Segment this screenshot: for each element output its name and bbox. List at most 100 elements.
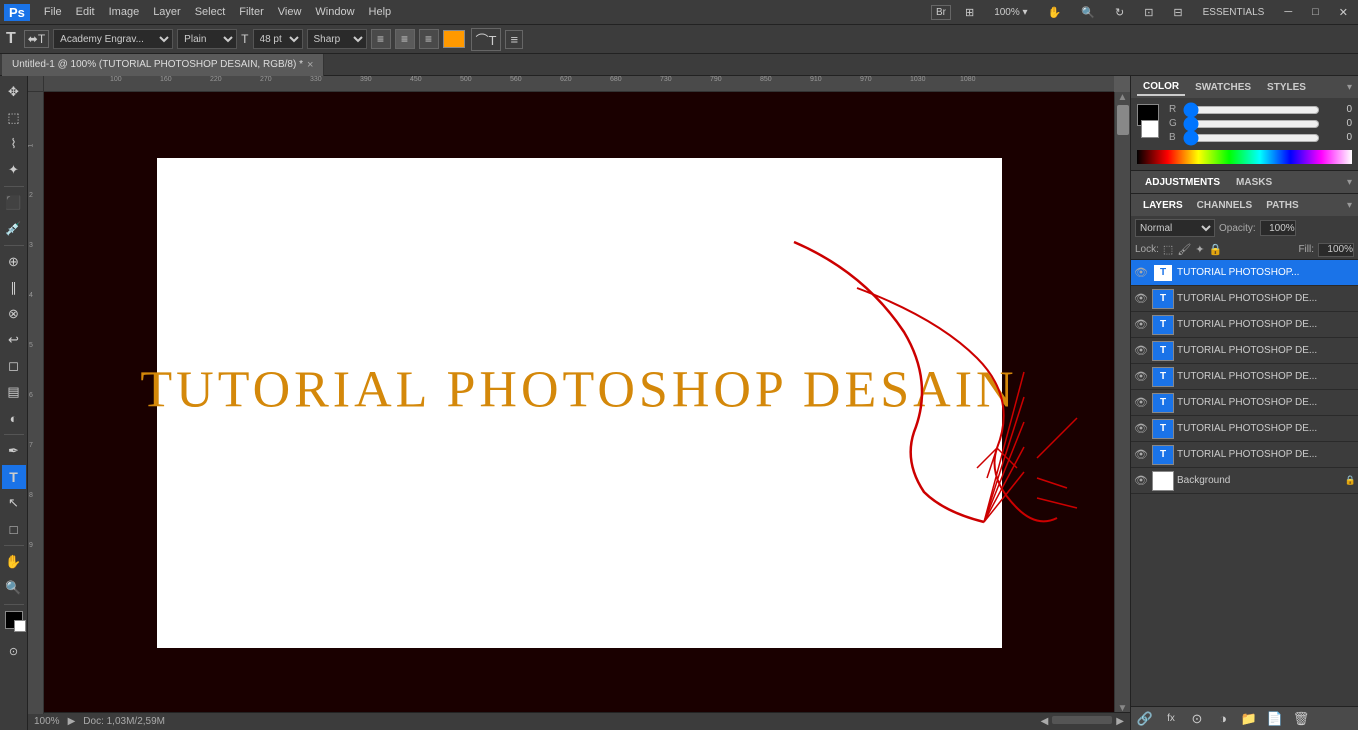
menu-file[interactable]: File	[38, 4, 68, 20]
layer-item[interactable]: 👁 T TUTORIAL PHOTOSHOP DE...	[1131, 442, 1358, 468]
text-tool[interactable]: T	[2, 465, 26, 489]
font-size-select[interactable]: 48 pt	[253, 29, 303, 49]
tab-styles[interactable]: STYLES	[1261, 80, 1312, 95]
magic-wand-tool[interactable]: ✦	[2, 158, 26, 182]
scroll-handle-v[interactable]	[1117, 105, 1129, 135]
g-slider[interactable]	[1183, 120, 1320, 128]
layer-item[interactable]: 👁 T TUTORIAL PHOTOSHOP DE...	[1131, 286, 1358, 312]
dodge-tool[interactable]: ◐	[2, 406, 26, 430]
lock-transparent-icon[interactable]: ⬚	[1163, 243, 1173, 256]
gradient-tool[interactable]: ▤	[2, 380, 26, 404]
move-tool[interactable]: ✥	[2, 80, 26, 104]
adjustments-panel-expand[interactable]: ▾	[1347, 177, 1352, 188]
fill-input[interactable]	[1318, 243, 1354, 257]
lock-image-icon[interactable]: 🖌	[1177, 243, 1191, 256]
eyedropper-tool[interactable]: 💉	[2, 217, 26, 241]
tab-paths[interactable]: PATHS	[1260, 198, 1304, 213]
menu-image[interactable]: Image	[103, 4, 146, 20]
layer-visibility-3[interactable]: 👁	[1133, 317, 1149, 333]
layer-visibility-1[interactable]: 👁	[1133, 265, 1149, 281]
layer-item-background[interactable]: 👁 Background 🔒	[1131, 468, 1358, 494]
options-btn[interactable]: ≡	[505, 30, 523, 49]
layer-visibility-6[interactable]: 👁	[1133, 395, 1149, 411]
layer-visibility-bg[interactable]: 👁	[1133, 473, 1149, 489]
bridge-icon[interactable]: Br	[931, 5, 951, 20]
close-btn[interactable]: ✕	[1333, 4, 1354, 21]
layer-item[interactable]: 👁 T TUTORIAL PHOTOSHOP...	[1131, 260, 1358, 286]
tab-channels[interactable]: CHANNELS	[1191, 198, 1259, 213]
hand-tool[interactable]: ✋	[2, 550, 26, 574]
extras-icon[interactable]: ⊟	[1167, 4, 1188, 21]
layer-item[interactable]: 👁 T TUTORIAL PHOTOSHOP DE...	[1131, 416, 1358, 442]
tab-masks[interactable]: MASKS	[1228, 175, 1280, 190]
brush-tool[interactable]: ∥	[2, 276, 26, 300]
document-tab-close[interactable]: ×	[307, 59, 313, 71]
spot-heal-tool[interactable]: ⊕	[2, 250, 26, 274]
menu-help[interactable]: Help	[363, 4, 398, 20]
tab-adjustments[interactable]: ADJUSTMENTS	[1137, 175, 1228, 190]
link-layers-btn[interactable]: 🔗	[1135, 710, 1155, 728]
r-slider[interactable]	[1183, 106, 1320, 114]
marquee-tool[interactable]: ⬚	[2, 106, 26, 130]
layer-visibility-7[interactable]: 👁	[1133, 421, 1149, 437]
canvas-content[interactable]: TUTORIAL PHOTOSHOP DESAIN	[44, 92, 1114, 714]
minimize-btn[interactable]: ─	[1278, 4, 1298, 20]
color-spectrum[interactable]	[1137, 150, 1352, 164]
layer-effects-btn[interactable]: fx	[1161, 710, 1181, 728]
orient-icon[interactable]: ⬌T	[24, 30, 49, 48]
new-layer-btn[interactable]: 📄	[1265, 710, 1285, 728]
text-color-swatch[interactable]	[443, 30, 465, 48]
lock-all-icon[interactable]: 🔒	[1209, 243, 1223, 256]
layers-panel-expand[interactable]: ▾	[1347, 200, 1352, 211]
aa-mode-select[interactable]: Sharp	[307, 29, 367, 49]
tab-layers[interactable]: LAYERS	[1137, 198, 1189, 213]
vertical-scrollbar[interactable]: ▲ ▼	[1114, 92, 1130, 714]
quick-mask-btn[interactable]: ⊙	[2, 639, 26, 663]
scroll-up-btn[interactable]: ▲	[1118, 92, 1128, 103]
path-select-tool[interactable]: ↖	[2, 491, 26, 515]
background-color[interactable]	[14, 620, 26, 632]
shape-tool[interactable]: □	[2, 517, 26, 541]
delete-layer-btn[interactable]: 🗑	[1291, 710, 1311, 728]
menu-select[interactable]: Select	[189, 4, 232, 20]
lasso-tool[interactable]: ⌇	[2, 132, 26, 156]
hand-icon[interactable]: ✋	[1042, 4, 1068, 21]
rotate-icon[interactable]: ↻	[1109, 4, 1130, 21]
warp-text-btn[interactable]: ⌒T	[471, 28, 502, 51]
align-left-btn[interactable]: ≡	[371, 29, 391, 49]
tab-swatches[interactable]: SWATCHES	[1189, 80, 1257, 95]
stamp-tool[interactable]: ⊗	[2, 302, 26, 326]
new-group-btn[interactable]: 📁	[1239, 710, 1259, 728]
zoom-tool[interactable]: 🔍	[2, 576, 26, 600]
layer-visibility-4[interactable]: 👁	[1133, 343, 1149, 359]
blend-mode-select[interactable]: Normal	[1135, 219, 1215, 237]
pen-tool[interactable]: ✒	[2, 439, 26, 463]
layer-visibility-2[interactable]: 👁	[1133, 291, 1149, 307]
crop-tool[interactable]: ⬛	[2, 191, 26, 215]
history-brush-tool[interactable]: ↩	[2, 328, 26, 352]
white-canvas[interactable]: TUTORIAL PHOTOSHOP DESAIN	[157, 158, 1002, 648]
arrange-icon[interactable]: ⊞	[959, 4, 980, 21]
status-nav-left[interactable]: ◀	[1041, 716, 1049, 727]
zoom-icon[interactable]: 🔍	[1075, 4, 1101, 21]
font-style-select[interactable]: Plain	[177, 29, 237, 49]
tab-color[interactable]: COLOR	[1137, 79, 1185, 96]
color-panel-expand[interactable]: ▾	[1347, 82, 1352, 93]
layer-item[interactable]: 👁 T TUTORIAL PHOTOSHOP DE...	[1131, 390, 1358, 416]
maximize-btn[interactable]: □	[1306, 4, 1325, 20]
essentials-label[interactable]: ESSENTIALS	[1197, 5, 1271, 20]
status-nav-right[interactable]: ▶	[1116, 716, 1124, 727]
opacity-input[interactable]	[1260, 220, 1296, 236]
menu-edit[interactable]: Edit	[70, 4, 101, 20]
layer-visibility-8[interactable]: 👁	[1133, 447, 1149, 463]
new-adjustment-btn[interactable]: ◑	[1213, 710, 1233, 728]
foreground-color[interactable]	[5, 611, 23, 629]
b-slider[interactable]	[1183, 134, 1320, 142]
background-preview[interactable]	[1141, 120, 1159, 138]
screen-mode-icon[interactable]: ⊡	[1138, 4, 1159, 21]
lock-position-icon[interactable]: ✦	[1195, 243, 1204, 256]
menu-window[interactable]: Window	[309, 4, 360, 20]
menu-filter[interactable]: Filter	[233, 4, 269, 20]
layer-item[interactable]: 👁 T TUTORIAL PHOTOSHOP DE...	[1131, 312, 1358, 338]
align-right-btn[interactable]: ≡	[419, 29, 439, 49]
